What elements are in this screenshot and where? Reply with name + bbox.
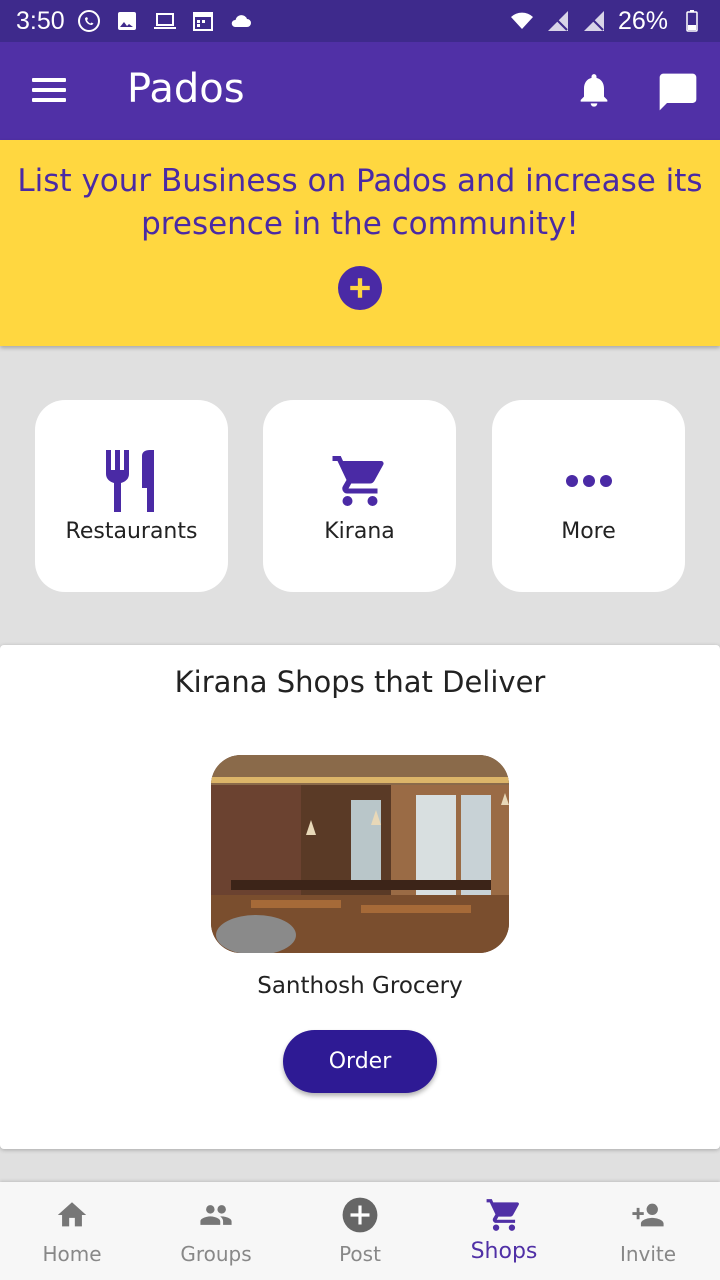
card-title: Kirana Shops that Deliver [174,665,546,699]
order-button[interactable]: Order [283,1030,437,1093]
nav-home[interactable]: Home [0,1182,144,1280]
fork-knife-icon [105,450,154,512]
nav-label: Invite [619,1242,677,1266]
nav-label: Home [42,1242,102,1266]
groups-icon [200,1205,232,1225]
no-signal-icon [547,11,568,31]
shop-name: Santhosh Grocery [257,973,463,999]
app-title: Pados [127,66,245,112]
nav-invite[interactable]: Invite [576,1182,720,1280]
no-signal-icon-2 [583,11,604,31]
category-label: Restaurants [65,519,198,544]
bottom-navigation: Home Groups Post Shops Invite [0,1182,720,1280]
home-icon [57,1202,87,1227]
nav-label: Post [339,1242,381,1266]
nav-label: Groups [180,1242,252,1266]
shopping-cart-icon [332,456,384,506]
nav-groups[interactable]: Groups [144,1182,288,1280]
menu-button[interactable] [32,78,66,104]
category-more[interactable]: More [492,400,685,592]
notification-bell-icon[interactable] [574,70,614,110]
shop-image[interactable] [211,755,509,953]
battery-icon [686,10,698,32]
status-bar: 3:50 26% [0,0,720,42]
cloud-icon [231,15,251,27]
plus-icon [350,278,370,298]
add-business-button[interactable] [338,266,382,310]
add-person-icon [632,1203,664,1227]
more-dots-icon [565,475,612,487]
nav-label: Shops [470,1239,538,1264]
image-icon [117,12,136,30]
shopping-cart-icon [486,1199,519,1231]
add-circle-icon [342,1197,378,1233]
category-label: Kirana [324,519,395,544]
banner-text: List your Business on Pados and increase… [17,163,703,242]
whatsapp-icon [77,10,100,32]
wifi-icon [510,12,533,29]
nav-shops[interactable]: Shops [432,1182,576,1280]
laptop-icon [153,13,176,29]
list-business-banner: List your Business on Pados and increase… [0,140,720,346]
menu-icon [32,78,66,82]
status-time: 3:50 [16,6,65,35]
kirana-shops-card: Kirana Shops that Deliver Santhosh Groce… [0,645,720,1149]
category-label: More [561,519,616,544]
chat-message-icon[interactable] [656,70,700,114]
nav-post[interactable]: Post [288,1182,432,1280]
category-kirana[interactable]: Kirana [263,400,456,592]
battery-percent: 26% [617,6,668,35]
app-bar: Pados [0,42,720,140]
category-restaurants[interactable]: Restaurants [35,400,228,592]
calendar-icon [192,12,213,31]
